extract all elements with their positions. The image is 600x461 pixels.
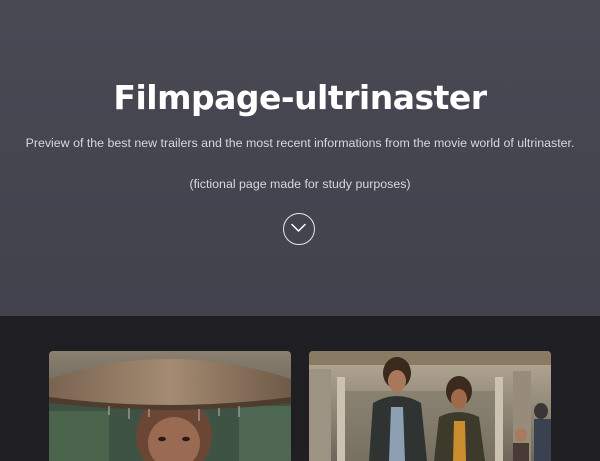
hero-note: (fictional page made for study purposes) bbox=[189, 177, 411, 191]
movie-card[interactable] bbox=[309, 351, 551, 461]
chevron-down-icon bbox=[291, 223, 306, 232]
movie-thumbnail[interactable] bbox=[49, 351, 291, 461]
hero-section: Filmpage-ultrinaster Preview of the best… bbox=[0, 0, 600, 316]
movie-thumbnail[interactable] bbox=[309, 351, 551, 461]
hero-subtitle: Preview of the best new trailers and the… bbox=[25, 136, 575, 150]
movie-card[interactable] bbox=[49, 351, 291, 461]
page-title: Filmpage-ultrinaster bbox=[113, 78, 487, 117]
scroll-down-button[interactable] bbox=[283, 213, 315, 245]
